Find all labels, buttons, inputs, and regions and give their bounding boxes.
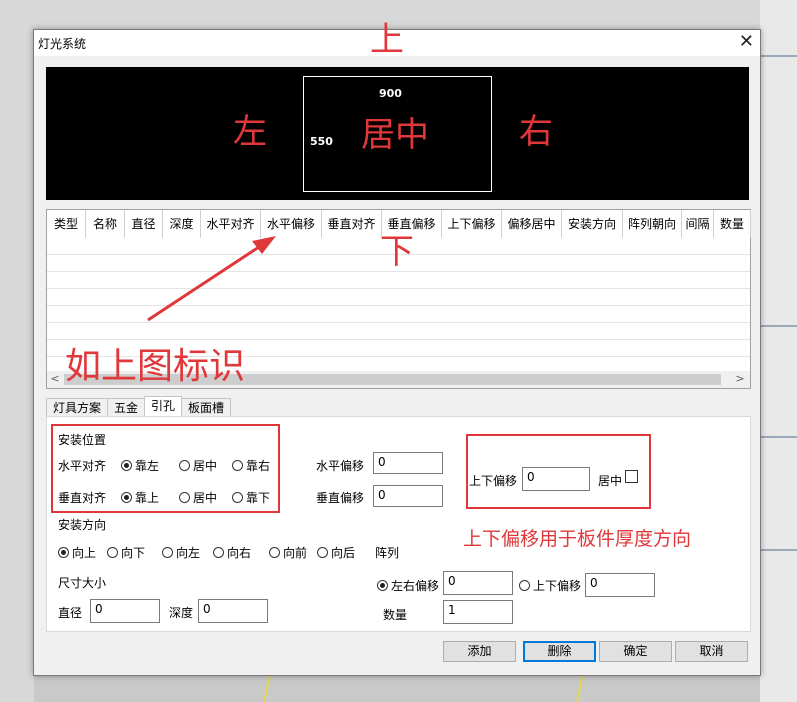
arrow-head-icon [252,236,276,254]
arrow-line [147,243,263,322]
annotation-arrow [147,236,276,322]
